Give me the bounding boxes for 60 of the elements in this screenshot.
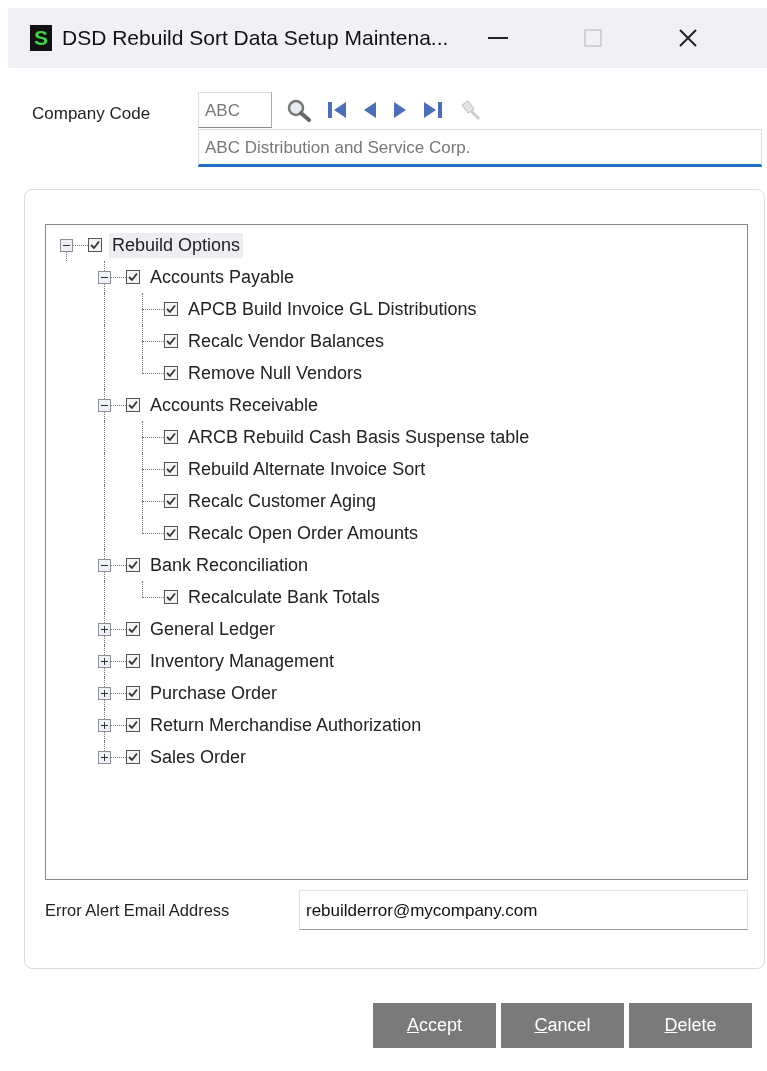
close-icon[interactable]: [678, 28, 699, 48]
dialog-button[interactable]: Accept: [373, 1003, 496, 1048]
email-label: Error Alert Email Address: [45, 900, 231, 920]
company-code-label: Company Code: [32, 104, 152, 125]
collapse-icon[interactable]: [60, 239, 73, 252]
tree-item[interactable]: Recalc Vendor Balances: [185, 328, 388, 354]
checkbox[interactable]: [164, 590, 178, 604]
checkbox[interactable]: [88, 238, 102, 252]
checkbox[interactable]: [126, 750, 140, 764]
tree-item[interactable]: Recalc Customer Aging: [185, 488, 380, 514]
checkbox[interactable]: [164, 494, 178, 508]
tree-item[interactable]: Return Merchandise Authorization: [147, 712, 425, 738]
tree-item[interactable]: Inventory Management: [147, 648, 338, 674]
minimize-icon[interactable]: [488, 36, 509, 40]
tree-item[interactable]: Accounts Receivable: [147, 392, 322, 418]
company-code-field[interactable]: ABC: [198, 92, 272, 128]
first-record-icon[interactable]: [326, 100, 348, 120]
checkbox[interactable]: [126, 558, 140, 572]
search-icon[interactable]: [286, 98, 312, 122]
expand-icon[interactable]: [98, 719, 111, 732]
checkbox[interactable]: [164, 430, 178, 444]
checkbox[interactable]: [126, 398, 140, 412]
previous-record-icon[interactable]: [362, 100, 378, 120]
checkbox[interactable]: [126, 622, 140, 636]
tree-item[interactable]: Remove Null Vendors: [185, 360, 366, 386]
collapse-icon[interactable]: [98, 559, 111, 572]
checkbox[interactable]: [164, 334, 178, 348]
tree-item[interactable]: Recalc Open Order Amounts: [185, 520, 422, 546]
checkbox[interactable]: [126, 270, 140, 284]
tree-item[interactable]: General Ledger: [147, 616, 279, 642]
dialog-button[interactable]: Cancel: [501, 1003, 624, 1048]
tree-item[interactable]: Purchase Order: [147, 680, 281, 706]
dialog-button[interactable]: Delete: [629, 1003, 752, 1048]
tree-item[interactable]: APCB Build Invoice GL Distributions: [185, 296, 480, 322]
checkbox[interactable]: [164, 462, 178, 476]
checkbox[interactable]: [164, 366, 178, 380]
checkbox[interactable]: [164, 526, 178, 540]
collapse-icon[interactable]: [98, 271, 111, 284]
company-name-field[interactable]: ABC Distribution and Service Corp.: [198, 129, 762, 167]
tree-item[interactable]: ARCB Rebuild Cash Basis Suspense table: [185, 424, 533, 450]
expand-icon[interactable]: [98, 655, 111, 668]
expand-icon[interactable]: [98, 687, 111, 700]
collapse-icon[interactable]: [98, 399, 111, 412]
checkbox[interactable]: [126, 718, 140, 732]
last-record-icon[interactable]: [422, 100, 444, 120]
checkbox[interactable]: [126, 686, 140, 700]
app-logo: S: [30, 25, 52, 51]
tree-item[interactable]: Sales Order: [147, 744, 250, 770]
expand-icon[interactable]: [98, 623, 111, 636]
checkbox[interactable]: [164, 302, 178, 316]
expand-icon[interactable]: [98, 751, 111, 764]
tree-item[interactable]: Accounts Payable: [147, 264, 298, 290]
window-title: DSD Rebuild Sort Data Setup Maintena...: [62, 26, 449, 50]
tree-item[interactable]: Rebuild Options: [109, 232, 244, 258]
email-field[interactable]: rebuilderror@mycompany.com: [299, 890, 748, 930]
next-record-icon[interactable]: [392, 100, 408, 120]
checkbox[interactable]: [126, 654, 140, 668]
tree-item[interactable]: Recalculate Bank Totals: [185, 584, 383, 610]
tree-item[interactable]: Rebuild Alternate Invoice Sort: [185, 456, 429, 482]
tree-item[interactable]: Bank Reconciliation: [147, 552, 312, 578]
